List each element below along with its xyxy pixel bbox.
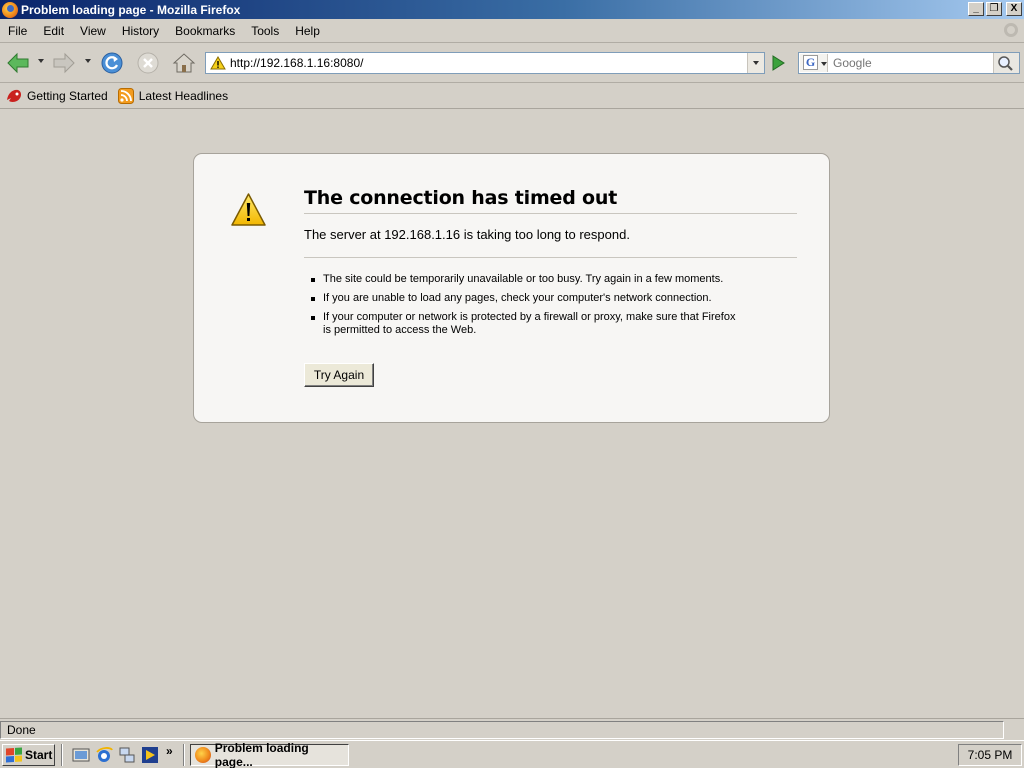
- taskbar-item-firefox[interactable]: Problem loading page...: [190, 741, 349, 768]
- menu-bookmarks[interactable]: Bookmarks: [167, 24, 243, 38]
- window-title-bar: Problem loading page - Mozilla Firefox _…: [0, 0, 1024, 19]
- bookmark-latest-headlines[interactable]: Latest Headlines: [117, 88, 229, 104]
- firefox-icon: [195, 747, 211, 763]
- back-history-dropdown[interactable]: [38, 59, 44, 63]
- start-label: Start: [25, 748, 53, 762]
- menu-history[interactable]: History: [114, 24, 167, 38]
- status-text: Done: [0, 721, 1004, 739]
- list-item: If your computer or network is protected…: [307, 311, 737, 337]
- search-input[interactable]: [833, 55, 988, 71]
- menu-tools[interactable]: Tools: [243, 24, 287, 38]
- menu-help[interactable]: Help: [287, 24, 328, 38]
- firefox-icon: [7, 89, 22, 102]
- network-icon[interactable]: [118, 746, 136, 764]
- reload-button[interactable]: [98, 50, 126, 76]
- windows-logo-icon: [6, 747, 22, 763]
- status-bar: Done: [0, 718, 1024, 740]
- error-description: The server at 192.168.1.16 is taking too…: [304, 227, 797, 258]
- google-icon: G: [803, 55, 818, 70]
- close-button[interactable]: X: [1006, 2, 1022, 16]
- menu-bar: File Edit View History Bookmarks Tools H…: [0, 19, 1024, 43]
- magnifier-icon: [998, 56, 1013, 71]
- restore-button[interactable]: ❐: [986, 2, 1002, 16]
- internet-explorer-icon[interactable]: [95, 746, 113, 764]
- try-again-button[interactable]: Try Again: [304, 363, 374, 387]
- quicklaunch-overflow-button[interactable]: »: [166, 744, 173, 758]
- home-button[interactable]: [170, 50, 198, 76]
- forward-history-dropdown[interactable]: [85, 59, 91, 63]
- reload-icon: [101, 52, 123, 74]
- back-arrow-icon: [7, 52, 29, 74]
- search-engine-selector[interactable]: G: [800, 54, 828, 72]
- bookmarks-toolbar: Getting Started Latest Headlines: [0, 84, 1024, 109]
- minimize-button[interactable]: _: [968, 2, 984, 16]
- menu-edit[interactable]: Edit: [35, 24, 72, 38]
- system-tray-clock[interactable]: 7:05 PM: [958, 744, 1022, 766]
- window-title: Problem loading page - Mozilla Firefox: [21, 2, 241, 17]
- media-player-icon[interactable]: [141, 746, 159, 764]
- show-desktop-icon[interactable]: [72, 746, 90, 764]
- firefox-icon: [2, 1, 18, 18]
- home-icon: [172, 53, 196, 73]
- page-content: The connection has timed out The server …: [0, 110, 1024, 718]
- address-bar[interactable]: [205, 52, 765, 74]
- menu-file[interactable]: File: [0, 24, 35, 38]
- taskbar: Start » Problem loading page... 7:05 PM: [0, 740, 1024, 768]
- start-button[interactable]: Start: [2, 744, 55, 766]
- throbber-icon: [1004, 23, 1018, 37]
- search-bar[interactable]: G: [798, 52, 1020, 74]
- taskbar-item-label: Problem loading page...: [214, 741, 309, 768]
- taskbar-separator: [183, 744, 185, 766]
- error-panel: The connection has timed out The server …: [193, 153, 830, 423]
- search-button[interactable]: [993, 53, 1019, 73]
- bookmark-label: Getting Started: [27, 89, 108, 103]
- bookmark-label: Latest Headlines: [138, 89, 229, 103]
- error-suggestions: The site could be temporarily unavailabl…: [307, 273, 737, 343]
- go-button[interactable]: [768, 53, 788, 73]
- rss-feed-icon: [117, 88, 134, 104]
- go-arrow-icon: [772, 55, 785, 71]
- error-title: The connection has timed out: [304, 187, 797, 214]
- list-item: The site could be temporarily unavailabl…: [307, 273, 737, 286]
- window-controls: _ ❐ X: [968, 2, 1022, 16]
- warning-icon: [210, 56, 226, 70]
- url-history-dropdown[interactable]: [747, 53, 764, 73]
- stop-button[interactable]: [134, 50, 162, 76]
- forward-button[interactable]: [50, 50, 78, 76]
- bookmark-getting-started[interactable]: Getting Started: [6, 88, 108, 104]
- taskbar-separator: [61, 744, 63, 766]
- menu-view[interactable]: View: [72, 24, 114, 38]
- warning-icon: [231, 193, 266, 226]
- list-item: If you are unable to load any pages, che…: [307, 292, 737, 305]
- url-input[interactable]: [230, 55, 740, 71]
- back-button[interactable]: [4, 50, 32, 76]
- stop-icon: [137, 52, 159, 74]
- forward-arrow-icon: [53, 52, 75, 74]
